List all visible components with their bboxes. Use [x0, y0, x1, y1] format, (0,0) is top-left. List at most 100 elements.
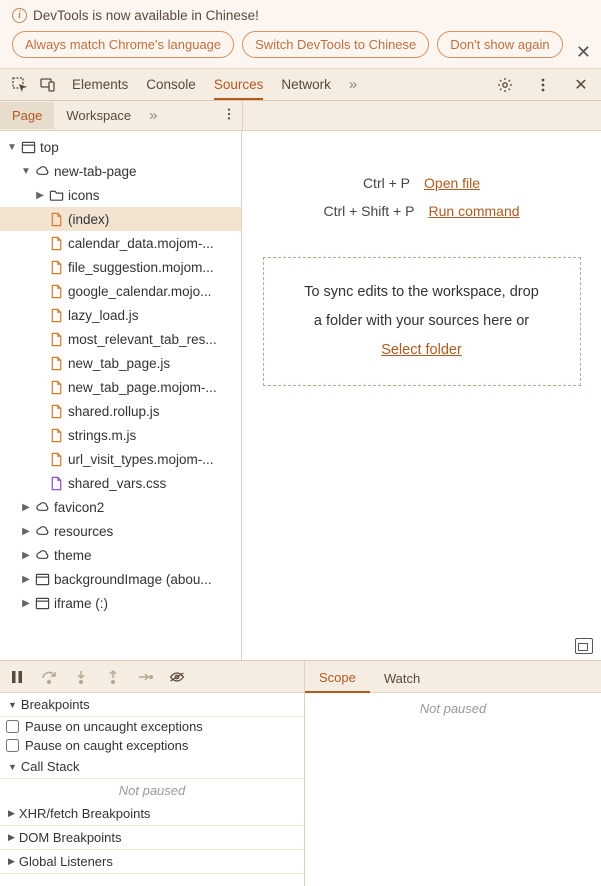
device-toggle-icon[interactable]	[36, 73, 60, 97]
language-banner: i DevTools is now available in Chinese! …	[0, 0, 601, 69]
tabs-overflow-icon[interactable]: »	[349, 76, 357, 93]
tree-subframe[interactable]: ▶theme	[0, 543, 241, 567]
gear-icon[interactable]	[493, 73, 517, 97]
cloud-icon	[34, 547, 50, 563]
show-console-icon[interactable]	[575, 638, 593, 654]
open-file-shortcut: Ctrl + P	[363, 175, 410, 191]
subtabs-kebab-icon[interactable]	[222, 107, 236, 124]
tab-watch[interactable]: Watch	[370, 665, 434, 692]
window-icon	[34, 595, 50, 611]
open-file-link[interactable]: Open file	[424, 175, 480, 191]
close-icon[interactable]: ✕	[576, 42, 591, 63]
tree-top[interactable]: top	[40, 140, 59, 155]
tree-subframe-label: favicon2	[54, 500, 104, 515]
scope-not-paused: Not paused	[305, 693, 601, 724]
sources-subtabs: Page Workspace »	[0, 101, 601, 131]
dont-show-again-button[interactable]: Don't show again	[437, 31, 562, 58]
subtab-page[interactable]: Page	[0, 102, 54, 129]
pause-caught-checkbox[interactable]	[6, 739, 19, 752]
dom-breakpoints-section[interactable]: ▶DOM Breakpoints	[0, 826, 304, 850]
banner-title: DevTools is now available in Chinese!	[33, 8, 259, 23]
sources-main-panel: Ctrl + P Open file Ctrl + Shift + P Run …	[242, 131, 601, 660]
switch-chinese-button[interactable]: Switch DevTools to Chinese	[242, 31, 429, 58]
pause-icon[interactable]	[8, 668, 26, 686]
select-folder-link[interactable]: Select folder	[381, 342, 462, 358]
file-tree: ▼top ▼new-tab-page ▶icons (index) calend…	[0, 131, 242, 660]
tree-file[interactable]: calendar_data.mojom-...	[0, 231, 241, 255]
tree-file[interactable]: lazy_load.js	[0, 303, 241, 327]
tree-subframe-label: resources	[54, 524, 113, 539]
step-into-icon[interactable]	[72, 668, 90, 686]
tree-file[interactable]: file_suggestion.mojom...	[0, 255, 241, 279]
file-icon	[48, 451, 64, 467]
tree-subframe[interactable]: ▶favicon2	[0, 495, 241, 519]
tree-file-label: calendar_data.mojom-...	[68, 236, 214, 251]
tree-subframe[interactable]: ▶resources	[0, 519, 241, 543]
debugger-right-panel: Scope Watch Not paused	[305, 661, 601, 886]
window-icon	[20, 139, 36, 155]
tree-file-label: most_relevant_tab_res...	[68, 332, 217, 347]
file-icon	[48, 331, 64, 347]
tree-file[interactable]: url_visit_types.mojom-...	[0, 447, 241, 471]
dropzone-text2: a folder with your sources here or	[314, 313, 529, 329]
tab-network[interactable]: Network	[281, 71, 331, 98]
tree-file-label: shared.rollup.js	[68, 404, 160, 419]
tree-file-index[interactable]: (index)	[68, 212, 109, 227]
tree-frame[interactable]: ▶iframe (:)	[0, 591, 241, 615]
close-devtools-icon[interactable]: ✕	[569, 73, 593, 97]
cloud-icon	[34, 523, 50, 539]
tab-console[interactable]: Console	[146, 71, 196, 98]
tree-file-label: new_tab_page.js	[68, 356, 170, 371]
main-toolbar: Elements Console Sources Network » ✕	[0, 69, 601, 101]
dropzone-text1: To sync edits to the workspace, drop	[304, 284, 539, 300]
file-css-icon	[48, 475, 64, 491]
window-icon	[34, 571, 50, 587]
info-icon: i	[12, 8, 27, 23]
pause-uncaught-checkbox[interactable]	[6, 720, 19, 733]
step-over-icon[interactable]	[40, 668, 58, 686]
xhr-breakpoints-section[interactable]: ▶XHR/fetch Breakpoints	[0, 802, 304, 826]
tree-frame[interactable]: ▶backgroundImage (abou...	[0, 567, 241, 591]
pause-caught-label: Pause on caught exceptions	[25, 738, 188, 753]
match-language-button[interactable]: Always match Chrome's language	[12, 31, 234, 58]
tree-file-label: new_tab_page.mojom-...	[68, 380, 217, 395]
debugger-left-panel: ▼Breakpoints Pause on uncaught exception…	[0, 661, 305, 886]
tab-scope[interactable]: Scope	[305, 664, 370, 693]
file-icon	[48, 307, 64, 323]
workspace-dropzone[interactable]: To sync edits to the workspace, drop a f…	[263, 257, 581, 386]
tree-file[interactable]: new_tab_page.js	[0, 351, 241, 375]
tree-file-label: file_suggestion.mojom...	[68, 260, 214, 275]
step-out-icon[interactable]	[104, 668, 122, 686]
tree-file-label: strings.m.js	[68, 428, 136, 443]
file-icon	[48, 403, 64, 419]
tree-file[interactable]: shared.rollup.js	[0, 399, 241, 423]
tree-file[interactable]: most_relevant_tab_res...	[0, 327, 241, 351]
file-icon	[48, 259, 64, 275]
cloud-icon	[34, 163, 50, 179]
tree-file[interactable]: strings.m.js	[0, 423, 241, 447]
run-command-shortcut: Ctrl + Shift + P	[323, 203, 414, 219]
tree-origin[interactable]: new-tab-page	[54, 164, 137, 179]
inspect-icon[interactable]	[8, 73, 32, 97]
tree-file-css[interactable]: shared_vars.css	[68, 476, 166, 491]
tree-folder[interactable]: icons	[68, 188, 100, 203]
tree-file[interactable]: new_tab_page.mojom-...	[0, 375, 241, 399]
tree-frame-label: backgroundImage (abou...	[54, 572, 212, 587]
global-listeners-section[interactable]: ▶Global Listeners	[0, 850, 304, 874]
deactivate-breakpoints-icon[interactable]	[168, 668, 186, 686]
folder-icon	[48, 187, 64, 203]
debugger-controls	[0, 661, 304, 693]
tree-frame-label: iframe (:)	[54, 596, 108, 611]
kebab-menu-icon[interactable]	[531, 73, 555, 97]
pause-uncaught-label: Pause on uncaught exceptions	[25, 719, 203, 734]
file-icon	[48, 283, 64, 299]
step-icon[interactable]	[136, 668, 154, 686]
callstack-section[interactable]: ▼Call Stack	[0, 755, 304, 779]
breakpoints-section[interactable]: ▼Breakpoints	[0, 693, 304, 717]
run-command-link[interactable]: Run command	[429, 203, 520, 219]
subtabs-overflow-icon[interactable]: »	[149, 107, 157, 124]
subtab-workspace[interactable]: Workspace	[54, 102, 143, 129]
tab-sources[interactable]: Sources	[214, 71, 264, 100]
tree-file[interactable]: google_calendar.mojo...	[0, 279, 241, 303]
tab-elements[interactable]: Elements	[72, 71, 128, 98]
